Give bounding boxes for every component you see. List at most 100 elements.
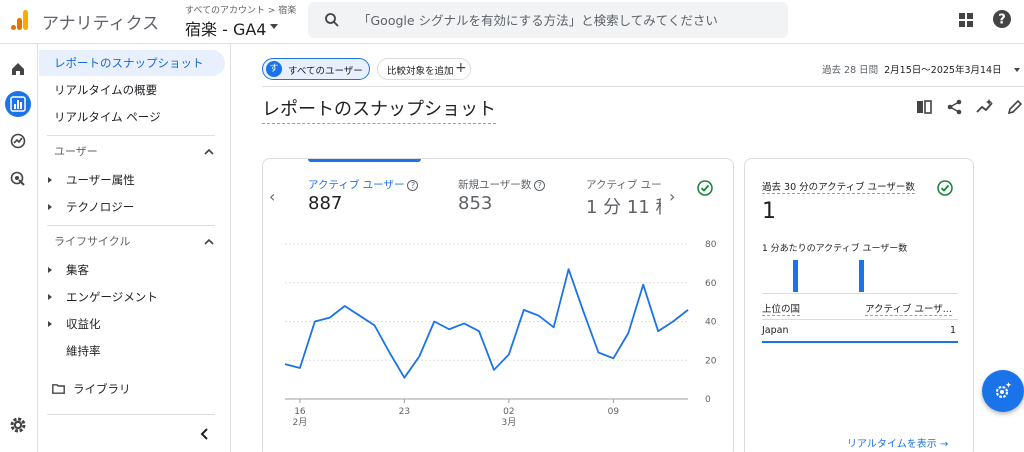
y-tick-label: 20 xyxy=(705,356,717,366)
caret-right-icon xyxy=(48,321,52,327)
sidebar-item-demographics[interactable]: ユーザー属性 xyxy=(39,167,225,193)
check-circle-icon[interactable] xyxy=(937,180,953,196)
left-rail xyxy=(0,44,38,452)
caret-right-icon xyxy=(48,294,52,300)
per-minute-label: 1 分あたりのアクティブ ユーザー数 xyxy=(762,244,908,254)
chevron-down-icon[interactable] xyxy=(270,24,278,29)
section-header-user[interactable]: ユーザー xyxy=(39,140,225,164)
sidebar-item-label: テクノロジー xyxy=(66,200,135,214)
x-tick-label: 09 xyxy=(608,407,620,417)
sidebar-item-label: リアルタイムの概要 xyxy=(54,83,158,97)
sidebar-item-monetization[interactable]: 収益化 xyxy=(39,311,225,337)
sidebar-item-label: 維持率 xyxy=(66,344,101,358)
divider xyxy=(762,293,958,294)
search-icon xyxy=(325,13,339,27)
x-tick-month-label: 2月 xyxy=(293,417,308,428)
sidebar-item-label: 収益化 xyxy=(66,317,101,331)
folder-icon xyxy=(52,384,65,394)
caret-right-icon xyxy=(48,267,52,273)
y-tick-label: 40 xyxy=(705,318,717,328)
edit-pencil-icon[interactable] xyxy=(1006,98,1024,116)
metrics-chart-card: ‹ アクティブ ユーザー? 887 新規ユーザー数? 853 アクティブ ユー … xyxy=(262,158,734,452)
app-title: アナリティクス xyxy=(42,14,160,34)
per-minute-bar xyxy=(859,260,864,292)
sidebar-item-label: リアルタイム ページ xyxy=(54,110,161,124)
sidebar-item-label: エンゲージメント xyxy=(66,290,158,304)
realtime-value: 1 xyxy=(762,199,776,224)
sidebar-item-retention[interactable]: 維持率 xyxy=(39,338,225,364)
divider xyxy=(762,319,958,320)
sidebar-item-tech[interactable]: テクノロジー xyxy=(39,194,225,220)
property-selector[interactable]: 宿楽 - GA4 xyxy=(185,16,266,40)
section-label: ライフサイクル xyxy=(54,235,131,248)
home-button[interactable] xyxy=(5,56,31,82)
realtime-card: 過去 30 分のアクティブ ユーザー数 1 1 分あたりのアクティブ ユーザー数… xyxy=(744,158,974,452)
caret-right-icon xyxy=(48,204,52,210)
chevron-down-icon[interactable] xyxy=(1014,68,1020,72)
sidebar-item-realtime-overview[interactable]: リアルタイムの概要 xyxy=(39,77,225,103)
col-header-country: 上位の国 xyxy=(762,301,801,316)
sidebar-item-engagement[interactable]: エンゲージメント xyxy=(39,284,225,310)
compare-columns-icon[interactable] xyxy=(915,98,933,116)
analytics-logo-icon[interactable] xyxy=(10,8,30,32)
share-icon[interactable] xyxy=(946,98,964,116)
date-range-value: 2月15日～2025年3月14日 xyxy=(884,65,1002,76)
sidebar-item-label: ユーザー属性 xyxy=(66,173,135,187)
reports-button[interactable] xyxy=(5,91,31,117)
view-realtime-link[interactable]: リアルタイムを表示 → xyxy=(847,435,948,450)
chevron-up-icon xyxy=(204,238,214,245)
page-title: レポートのスナップショット xyxy=(262,95,496,124)
segment-chip[interactable]: す すべてのユーザー xyxy=(262,58,370,80)
segment-label: すべてのユーザー xyxy=(288,66,363,77)
row-highlight xyxy=(762,341,958,343)
section-label: ユーザー xyxy=(54,145,98,158)
caret-right-icon xyxy=(48,177,52,183)
sidebar-item-acquisition[interactable]: 集客 xyxy=(39,257,225,283)
chevron-up-icon xyxy=(204,148,214,155)
search-input[interactable] xyxy=(358,2,778,38)
svg-text:?: ? xyxy=(998,13,1006,28)
collapse-sidebar-icon[interactable] xyxy=(197,426,213,442)
sidebar-item-library[interactable]: ライブラリ xyxy=(39,376,225,402)
divider xyxy=(47,135,215,136)
help-icon[interactable]: ? xyxy=(992,9,1012,29)
gear-icon[interactable] xyxy=(9,416,27,434)
active-users-series-line xyxy=(284,268,689,379)
insights-sparkle-icon xyxy=(995,382,1012,399)
users-cell: 1 xyxy=(950,325,957,336)
sidebar-item-reports-snapshot[interactable]: レポートのスナップショット xyxy=(39,50,225,76)
sidebar-item-label: 集客 xyxy=(66,263,89,277)
x-tick-label: 23 xyxy=(399,407,410,417)
sidebar-item-label: ライブラリ xyxy=(73,382,131,396)
y-tick-label: 80 xyxy=(705,240,717,250)
sidebar: レポートのスナップショット リアルタイムの概要 リアルタイム ページ ユーザー … xyxy=(39,44,231,452)
section-header-lifecycle[interactable]: ライフサイクル xyxy=(39,230,225,254)
account-breadcrumb[interactable]: すべてのアカウント > 宿楽 xyxy=(185,3,296,16)
x-tick-label: 02 xyxy=(503,407,514,417)
date-range-picker[interactable]: 過去 28 日間 2月15日～2025年3月14日 xyxy=(822,62,1002,76)
divider xyxy=(47,414,215,415)
per-minute-bar xyxy=(793,260,798,292)
divider xyxy=(47,225,215,226)
explore-icon xyxy=(10,133,26,149)
add-comparison-button[interactable]: 比較対象を追加 + xyxy=(377,58,471,80)
home-icon xyxy=(12,63,24,75)
sidebar-item-realtime-pages[interactable]: リアルタイム ページ xyxy=(39,104,225,130)
country-cell: Japan xyxy=(762,325,789,336)
advertising-button[interactable] xyxy=(5,166,31,192)
insights-icon[interactable] xyxy=(976,98,994,116)
y-tick-label: 0 xyxy=(705,395,711,405)
add-comparison-label: 比較対象を追加 xyxy=(387,66,454,77)
line-chart: 0 20 40 60 80 162月 23 023月 09 xyxy=(284,240,717,428)
col-header-active-users: アクティブ ユーザ... xyxy=(865,301,952,316)
x-tick-label: 16 xyxy=(294,407,306,417)
apps-grid-icon[interactable] xyxy=(957,11,975,29)
realtime-title: 過去 30 分のアクティブ ユーザー数 xyxy=(762,179,915,194)
x-tick-month-label: 3月 xyxy=(502,417,517,428)
explore-button[interactable] xyxy=(5,128,31,154)
top-bar: アナリティクス すべてのアカウント > 宿楽 宿楽 - GA4 ? xyxy=(0,0,1024,44)
y-tick-label: 60 xyxy=(705,279,717,289)
insights-fab-button[interactable] xyxy=(982,370,1024,412)
search-bar[interactable] xyxy=(308,2,788,38)
bar-chart-icon xyxy=(10,96,26,112)
